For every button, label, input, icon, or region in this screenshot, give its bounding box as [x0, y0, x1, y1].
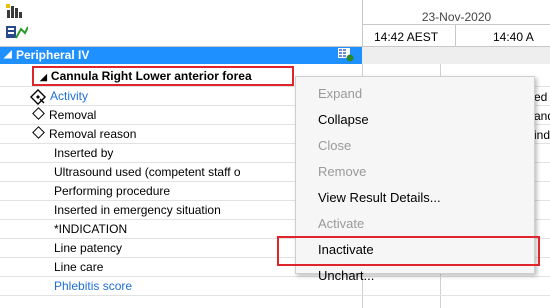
- menu-item-unchart[interactable]: Unchart...: [296, 263, 534, 289]
- highlight-box-cannula: [32, 66, 294, 86]
- header-left: [0, 0, 362, 46]
- row-label-phlebitis[interactable]: Phlebitis score: [54, 279, 132, 293]
- row-label-activity[interactable]: Activity: [50, 89, 88, 103]
- edit-flowsheet-icon[interactable]: [6, 23, 28, 39]
- row-label: Inserted by: [54, 146, 114, 160]
- header-date-underline: [363, 24, 550, 25]
- diamond-icon: [32, 107, 45, 120]
- row-label: Removal reason: [32, 126, 136, 141]
- cell-value[interactable]: anda: [534, 109, 550, 123]
- collapse-triangle-icon[interactable]: ◢: [4, 49, 12, 60]
- cell-value[interactable]: ed: [534, 90, 547, 104]
- menu-item-expand[interactable]: Expand: [296, 81, 534, 107]
- menu-item-collapse[interactable]: Collapse: [296, 107, 534, 133]
- row-label: Line patency: [54, 241, 123, 255]
- row-label: *INDICATION: [54, 222, 128, 236]
- time-column-header[interactable]: 14:40 A: [493, 30, 534, 44]
- chart-bars-icon[interactable]: [6, 4, 24, 18]
- row-label: Performing procedure: [54, 184, 171, 198]
- row-label: Removal: [32, 107, 96, 122]
- cell-value[interactable]: indica: [534, 128, 550, 142]
- activity-diamond-icon: [30, 89, 46, 105]
- time-column-header[interactable]: 14:42 AEST: [374, 30, 438, 44]
- row-label: Ultrasound used (competent staff o: [54, 165, 241, 179]
- header-date: 23-Nov-2020: [421, 10, 492, 24]
- highlight-box-inactivate: [277, 236, 540, 266]
- menu-item-view-result-details[interactable]: View Result Details...: [296, 185, 534, 211]
- menu-item-close[interactable]: Close: [296, 133, 534, 159]
- menu-item-remove[interactable]: Remove: [296, 159, 534, 185]
- row-label: Line care: [54, 260, 104, 274]
- dynamic-group-icon[interactable]: [338, 48, 354, 62]
- menu-item-activate[interactable]: Activate: [296, 211, 534, 237]
- section-label: Peripheral IV: [16, 48, 90, 62]
- header-divider: [455, 25, 456, 46]
- row-label: Inserted in emergency situation: [54, 203, 221, 217]
- diamond-icon: [32, 126, 45, 139]
- section-peripheral-iv[interactable]: ◢ Peripheral IV: [0, 47, 362, 64]
- section-header-cells: [362, 47, 550, 64]
